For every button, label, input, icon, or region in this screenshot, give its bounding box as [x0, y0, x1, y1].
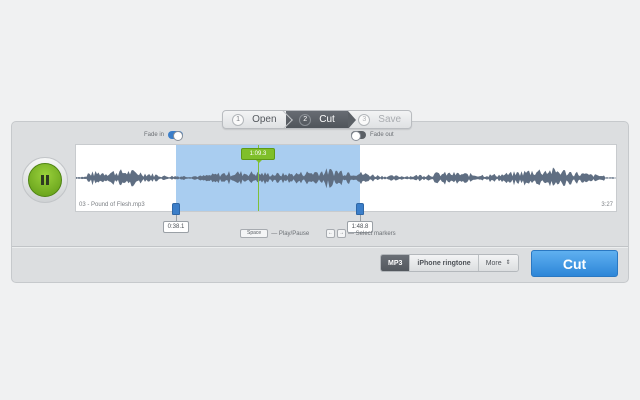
panel-divider-highlight	[12, 247, 628, 248]
step-number: 3	[358, 113, 371, 126]
step-cut[interactable]: 2 Cut	[285, 111, 356, 128]
waveform-area[interactable]: 1:09.3 03 - Pound of Flesh.mp3 3:27 0:38…	[75, 144, 617, 233]
format-mp3-button[interactable]: MP3	[381, 255, 411, 271]
format-iphone-ringtone-button[interactable]: iPhone ringtone	[410, 255, 479, 271]
end-marker-handle[interactable]	[356, 203, 364, 215]
play-pause-ring	[22, 157, 68, 203]
step-label: Open	[252, 114, 277, 125]
step-label: Cut	[319, 114, 335, 125]
fade-out-label: Fade out	[370, 132, 394, 138]
pause-icon	[41, 175, 44, 185]
start-marker-handle[interactable]	[172, 203, 180, 215]
file-name: 03 - Pound of Flesh.mp3	[79, 202, 145, 208]
waveform-path	[76, 167, 616, 189]
shortcut-play-pause: Space — Play/Pause	[240, 229, 309, 238]
shortcut-description: — Play/Pause	[271, 230, 310, 237]
fade-in-label: Fade in	[144, 132, 165, 138]
shortcut-select-markers: ← → — Select markers	[326, 229, 396, 238]
track-duration: 3:27	[601, 202, 613, 208]
chevron-updown-icon: ⇕	[505, 260, 511, 266]
step-navigation: 1 Open 2 Cut 3 Save	[222, 110, 412, 129]
format-selector: MP3 iPhone ringtone More ⇕	[380, 254, 519, 272]
fade-out-toggle[interactable]	[351, 131, 366, 141]
play-pause-button[interactable]	[28, 163, 62, 197]
space-key: Space	[240, 229, 269, 238]
step-open[interactable]: 1 Open	[223, 111, 286, 128]
left-arrow-key: ←	[326, 229, 335, 238]
more-label: More	[485, 259, 502, 267]
step-label: Save	[378, 114, 402, 125]
format-more-dropdown[interactable]: More ⇕	[478, 255, 518, 271]
shortcut-description: — Select markers	[348, 230, 396, 237]
step-save[interactable]: 3 Save	[348, 111, 411, 128]
pause-icon	[46, 175, 49, 185]
start-marker-time[interactable]: 0:38.1	[163, 221, 189, 233]
right-arrow-key: →	[337, 229, 346, 238]
step-number: 1	[232, 113, 245, 126]
fade-out-control: Fade out	[351, 131, 394, 141]
waveform-graph	[76, 167, 616, 189]
cut-button[interactable]: Cut	[531, 250, 618, 277]
fade-in-toggle[interactable]	[168, 131, 184, 141]
playhead-time: 1:09.3	[241, 148, 275, 163]
fade-in-control: Fade in	[144, 131, 184, 141]
step-number: 2	[299, 113, 312, 126]
